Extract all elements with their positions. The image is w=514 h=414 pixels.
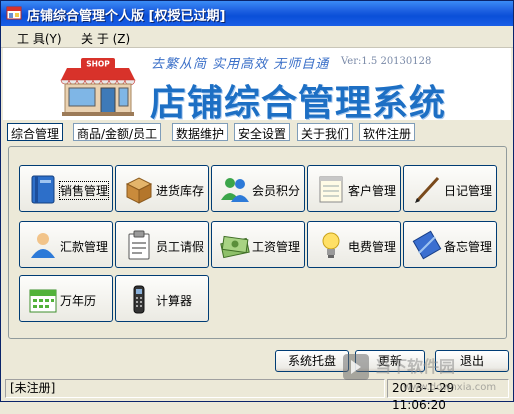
member-points-button[interactable]: 会员积分	[211, 165, 305, 212]
salary-button[interactable]: 工资管理	[211, 221, 305, 268]
watermark-text: 当下软件园	[375, 357, 456, 376]
phone-icon	[133, 285, 145, 314]
sales-button[interactable]: 销售管理	[19, 165, 113, 212]
memo-button[interactable]: 备忘管理	[403, 221, 497, 268]
system-tray-button[interactable]: 系统托盘	[275, 350, 349, 372]
slogan-text: 去繁从简 实用高效 无师自通	[151, 57, 330, 72]
tab-security[interactable]: 安全设置	[234, 123, 291, 141]
user-icon	[31, 233, 55, 258]
calculator-button[interactable]: 计算器	[115, 275, 209, 322]
customer-button[interactable]: 客户管理	[307, 165, 401, 212]
remittance-button[interactable]: 汇款管理	[19, 221, 113, 268]
app-window: 店铺综合管理个人版 [权授已过期] 工 具(Y) 关 于 (Z) SHOP 去繁…	[0, 0, 514, 412]
tile-label: 销售管理	[58, 181, 110, 200]
calendar-icon	[29, 289, 57, 313]
tab-register[interactable]: 软件注册	[359, 123, 416, 141]
menu-bar: 工 具(Y) 关 于 (Z)	[1, 26, 513, 48]
watermark-logo-icon	[343, 354, 369, 380]
tile-label: 会员积分	[252, 184, 301, 198]
registration-status: [未注册]	[5, 379, 385, 398]
menu-about[interactable]: 关 于 (Z)	[81, 30, 130, 47]
version-label: Ver:1.5 20130128	[341, 56, 432, 67]
window-title: 店铺综合管理个人版 [权授已过期]	[27, 9, 226, 24]
menu-tools[interactable]: 工 具(Y)	[17, 30, 62, 47]
tile-label: 汇款管理	[60, 240, 109, 254]
calendar-button[interactable]: 万年历	[19, 275, 113, 322]
tile-label: 备忘管理	[444, 240, 493, 254]
tile-label: 进货库存	[156, 184, 205, 198]
tile-label: 电费管理	[348, 240, 397, 254]
tile-label: 万年历	[60, 294, 97, 308]
app-icon	[6, 6, 22, 20]
box-icon	[125, 177, 153, 204]
tab-data-maintenance[interactable]: 数据维护	[172, 123, 229, 141]
tile-label: 计算器	[156, 294, 193, 308]
title-bar[interactable]: 店铺综合管理个人版 [权授已过期]	[1, 1, 513, 26]
people-icon	[221, 178, 249, 202]
tile-label: 客户管理	[348, 184, 397, 198]
tab-goods-money-staff[interactable]: 商品/金额/员工	[73, 123, 162, 141]
bulb-icon	[322, 232, 340, 258]
function-panel: 销售管理 进货库存 会员积分 客户管理 日记管理 汇款管理 员工请假 工资管理 …	[8, 146, 507, 339]
notepad-icon	[319, 176, 343, 203]
shop-sign-text: SHOP	[86, 60, 110, 69]
app-title: 店铺综合管理系统	[150, 83, 447, 124]
watermark-url: www.downxia.com	[403, 382, 497, 393]
tile-label: 日记管理	[444, 184, 493, 198]
money-icon	[220, 235, 250, 259]
tab-about-us[interactable]: 关于我们	[297, 123, 354, 141]
watermark: 当下软件园 www.downxia.com	[341, 346, 513, 401]
clipboard-icon	[128, 230, 150, 260]
staff-leave-button[interactable]: 员工请假	[115, 221, 209, 268]
purchase-stock-button[interactable]: 进货库存	[115, 165, 209, 212]
tab-general[interactable]: 综合管理	[7, 123, 64, 141]
book-icon	[31, 175, 55, 204]
shop-icon: SHOP	[60, 58, 136, 116]
diary-button[interactable]: 日记管理	[403, 165, 497, 212]
banner: SHOP 去繁从简 实用高效 无师自通 Ver:1.5 20130128 店铺综…	[3, 48, 511, 124]
electricity-button[interactable]: 电费管理	[307, 221, 401, 268]
notebook-icon	[412, 230, 442, 260]
tile-label: 工资管理	[252, 240, 301, 254]
pen-icon	[415, 176, 440, 203]
tile-label: 员工请假	[156, 240, 205, 254]
